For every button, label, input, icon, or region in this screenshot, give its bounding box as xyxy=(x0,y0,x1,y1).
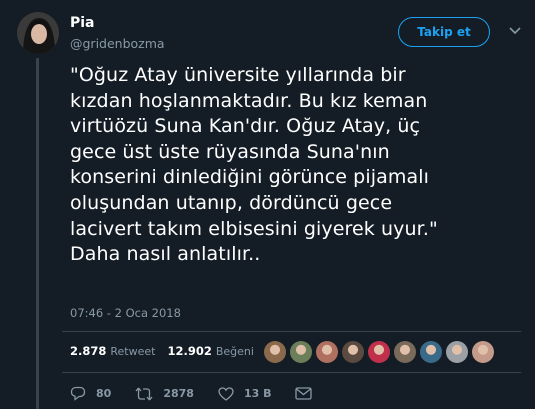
tweet-text: "Oğuz Atay üniversite yıllarında bir kız… xyxy=(70,64,438,266)
reply-count: 80 xyxy=(96,387,112,400)
liker-avatar[interactable] xyxy=(472,341,494,363)
user-handle[interactable]: @gridenbozma xyxy=(70,36,165,51)
reply-button[interactable]: 80 xyxy=(70,386,111,401)
heart-icon xyxy=(218,386,234,401)
like-count[interactable]: 12.902 xyxy=(167,344,211,358)
thread-line xyxy=(36,58,39,409)
avatar[interactable] xyxy=(17,12,59,54)
avatar-image xyxy=(17,12,59,54)
like-label[interactable]: Beğeni xyxy=(216,345,254,358)
envelope-icon xyxy=(295,387,313,400)
liker-avatar[interactable] xyxy=(290,341,312,363)
like-button[interactable]: 13 B xyxy=(218,386,272,401)
follow-button[interactable]: Takip et xyxy=(398,17,490,47)
retweet-count[interactable]: 2.878 xyxy=(70,344,106,358)
tweet-stats: 2.878 Retweet 12.902 Beğeni xyxy=(70,344,266,358)
divider xyxy=(62,331,521,332)
liker-avatar[interactable] xyxy=(264,341,286,363)
reply-icon xyxy=(70,386,86,401)
liker-avatar[interactable] xyxy=(394,341,416,363)
retweet-label[interactable]: Retweet xyxy=(110,345,155,358)
chevron-down-icon[interactable] xyxy=(509,26,521,36)
divider xyxy=(62,372,521,373)
like-action-count: 13 B xyxy=(243,387,272,400)
liker-avatar[interactable] xyxy=(316,341,338,363)
retweet-action-count: 2878 xyxy=(163,387,194,400)
liker-avatars xyxy=(264,341,494,363)
direct-message-button[interactable] xyxy=(295,387,322,400)
liker-avatar[interactable] xyxy=(368,341,390,363)
liker-avatar[interactable] xyxy=(420,341,442,363)
tweet-timestamp[interactable]: 07:46 - 2 Oca 2018 xyxy=(70,306,181,320)
retweet-button[interactable]: 2878 xyxy=(135,387,194,401)
retweet-icon xyxy=(135,387,153,400)
user-name[interactable]: Pia xyxy=(70,15,95,31)
liker-avatar[interactable] xyxy=(446,341,468,363)
liker-avatar[interactable] xyxy=(342,341,364,363)
action-bar: 80 2878 13 B xyxy=(70,386,346,401)
